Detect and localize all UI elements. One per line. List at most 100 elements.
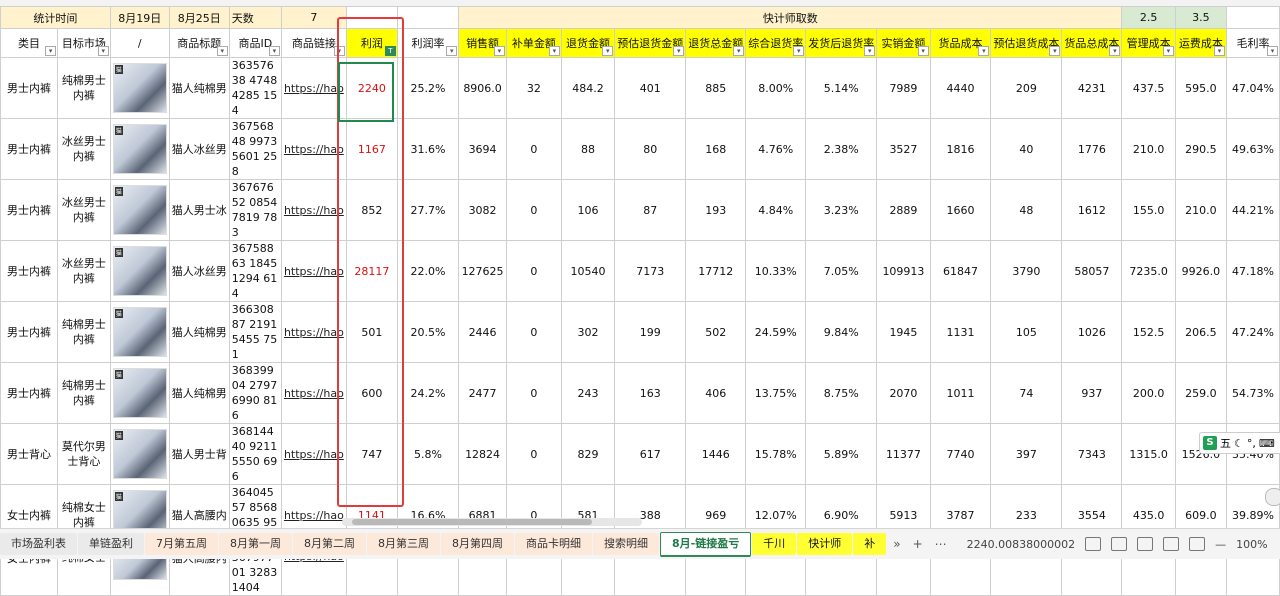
cell-link[interactable]: https://hao [280, 179, 347, 241]
cell-ship-rate[interactable]: 3.5 [1174, 6, 1228, 29]
sheet-tab[interactable]: 快计师 [797, 533, 853, 555]
cell-market[interactable]: 纯棉男士内裤 [57, 301, 111, 363]
column-header[interactable]: 退货金额 ▾ [560, 28, 616, 58]
cell-supp[interactable]: 0 [505, 179, 562, 241]
cell-market[interactable]: 纯棉男士内裤 [57, 57, 111, 119]
cell-comp[interactable]: 8.00% [745, 57, 807, 119]
scrollbar-thumb[interactable] [352, 519, 592, 525]
cell-rettot[interactable]: 193 [685, 179, 747, 241]
filter-dropdown-icon[interactable]: ▾ [268, 46, 280, 56]
cell-comp[interactable]: 4.84% [745, 179, 807, 241]
spreadsheet-grid[interactable]: 统计时间 8月19日 8月25日 天数 7 快计师取数 2.5 3.5 类目 ▾ 目… [0, 6, 1280, 596]
cell-mgmt[interactable]: 155.0 [1121, 179, 1176, 241]
cell-estcost[interactable]: 74 [990, 362, 1063, 424]
cell-cat[interactable]: 男士内裤 [0, 57, 59, 119]
cell-net[interactable]: 1945 [876, 301, 931, 363]
cell-net[interactable]: 11377 [876, 423, 931, 485]
cell-supp[interactable]: 0 [505, 240, 562, 302]
sheet-tab[interactable]: 千川 [752, 533, 797, 555]
cell-sales[interactable]: 2446 [458, 301, 507, 363]
cell-estcost[interactable]: 105 [990, 301, 1063, 363]
cell-estcost[interactable]: 397 [990, 423, 1063, 485]
cell-ret[interactable]: 302 [560, 301, 616, 363]
cell-mgmt-rate[interactable]: 2.5 [1121, 6, 1176, 29]
cell-est[interactable]: 199 [614, 301, 687, 363]
reading-mode-icon[interactable] [1137, 537, 1154, 551]
cell-cost[interactable]: 61847 [929, 240, 992, 302]
sheet-tab[interactable]: 8月第四周 [441, 533, 514, 555]
cell-title[interactable]: 猫人男士背 [168, 423, 230, 485]
cell-rate[interactable]: 22.0% [396, 240, 460, 302]
cell-rate[interactable]: 31.6% [396, 118, 460, 180]
filter-dropdown-icon[interactable]: ▾ [446, 46, 458, 56]
cell-gross[interactable]: 44.21% [1226, 179, 1280, 241]
cell-rate[interactable]: 24.2% [396, 362, 460, 424]
column-header[interactable]: 补单金额 ▾ [505, 28, 562, 58]
cell-market[interactable]: 纯棉男士内裤 [57, 362, 111, 424]
cell-mgmt[interactable]: 210.0 [1121, 118, 1176, 180]
cell-profit[interactable]: 852 [345, 179, 398, 241]
cell-totcost[interactable]: 937 [1061, 362, 1123, 424]
cell-title[interactable]: 猫人纯棉男 [168, 301, 230, 363]
cell-est[interactable]: 401 [614, 57, 687, 119]
sheet-tab[interactable]: 补 [853, 533, 887, 555]
cell-estcost[interactable]: 209 [990, 57, 1063, 119]
cell-net[interactable]: 7989 [876, 57, 931, 119]
cell-ship[interactable]: 9926.0 [1174, 240, 1228, 302]
cell-days-value[interactable]: 7 [280, 6, 347, 29]
cell-rettot[interactable]: 168 [685, 118, 747, 180]
cell-profit[interactable]: 600 [345, 362, 398, 424]
column-header[interactable]: / [109, 28, 170, 58]
cell-rettot[interactable]: 502 [685, 301, 747, 363]
filter-dropdown-icon[interactable]: ▾ [45, 46, 57, 56]
column-header[interactable]: 预估退货成本 ▾ [990, 28, 1063, 58]
cell-sales[interactable]: 12824 [458, 423, 507, 485]
cell-id[interactable]: 36758863 18451294 614 [228, 240, 282, 302]
column-header[interactable]: 商品链接 ▾ [280, 28, 347, 58]
cell-cost[interactable]: 1660 [929, 179, 992, 241]
normal-view-icon[interactable] [1085, 537, 1102, 551]
cell-id[interactable]: 36357638 47484285 154 [228, 57, 282, 119]
cell-estcost[interactable]: 3790 [990, 240, 1063, 302]
cell-sales[interactable]: 3694 [458, 118, 507, 180]
cell-cat[interactable]: 男士内裤 [0, 362, 59, 424]
cell-link[interactable]: https://hao [280, 301, 347, 363]
cell-title[interactable]: 猫人男士冰 [168, 179, 230, 241]
cell-totcost[interactable]: 1612 [1061, 179, 1123, 241]
cell-mgmt[interactable]: 437.5 [1121, 57, 1176, 119]
cell-ret[interactable]: 10540 [560, 240, 616, 302]
cell-gross[interactable]: 47.18% [1226, 240, 1280, 302]
filter-dropdown-icon[interactable]: ▾ [602, 46, 614, 56]
cell-est[interactable]: 7173 [614, 240, 687, 302]
cell-rate[interactable]: 27.7% [396, 179, 460, 241]
cell-ship[interactable]: 210.0 [1174, 179, 1228, 241]
zoom-level[interactable]: 100% [1236, 538, 1267, 551]
column-header[interactable]: 销售额 ▾ [458, 28, 507, 58]
product-thumbnail[interactable]: 猫 [109, 301, 170, 363]
filter-dropdown-icon[interactable]: ▾ [333, 46, 345, 56]
product-thumbnail[interactable]: 猫 [109, 118, 170, 180]
add-sheet-icon[interactable]: + [907, 537, 929, 551]
cell-rettot[interactable]: 17712 [685, 240, 747, 302]
cell-cat[interactable]: 男士内裤 [0, 301, 59, 363]
cell-mgmt[interactable]: 152.5 [1121, 301, 1176, 363]
cell-rettot[interactable]: 885 [685, 57, 747, 119]
cell-kuaijishi-label[interactable]: 快计师取数 [458, 6, 1123, 29]
column-header[interactable]: 运费成本 ▾ [1174, 28, 1228, 58]
column-header[interactable]: 货品总成本 ▾ [1061, 28, 1123, 58]
cell-blank[interactable] [396, 6, 460, 29]
column-header[interactable]: 综合退货率 ▾ [745, 28, 807, 58]
cell-est[interactable]: 617 [614, 423, 687, 485]
cell-supp[interactable]: 0 [505, 301, 562, 363]
cell-profit[interactable]: 747 [345, 423, 398, 485]
cell-cat[interactable]: 男士内裤 [0, 179, 59, 241]
cell-rate[interactable]: 20.5% [396, 301, 460, 363]
cell-after[interactable]: 3.23% [805, 179, 878, 241]
sheet-tab[interactable]: 市场盈利表 [0, 533, 77, 555]
cell-after[interactable]: 2.38% [805, 118, 878, 180]
cell-ret[interactable]: 484.2 [560, 57, 616, 119]
cell-ret[interactable]: 88 [560, 118, 616, 180]
ime-toolbar[interactable]: S 五 ☾ °, ⌨ [1199, 432, 1280, 454]
cell-ship[interactable]: 206.5 [1174, 301, 1228, 363]
cell-days-label[interactable]: 天数 [228, 6, 282, 29]
